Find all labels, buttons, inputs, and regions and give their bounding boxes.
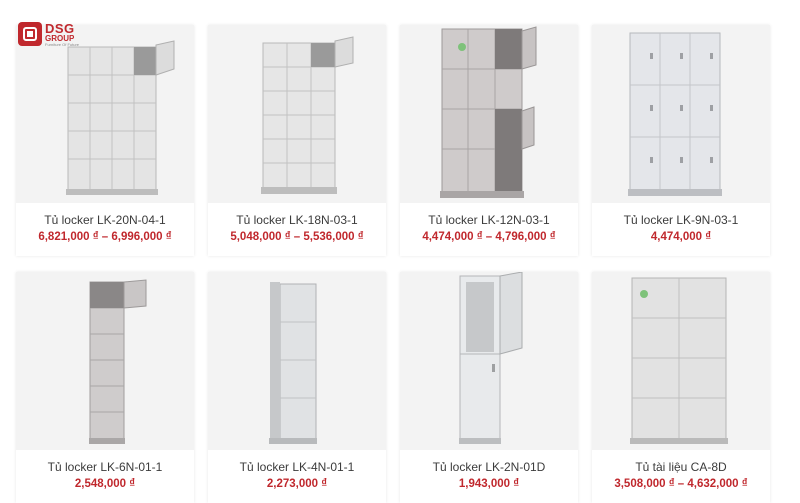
product-card-lk-4n[interactable]: Tủ locker LK-4N-01-1 2,273,000 ₫ [208,272,386,503]
product-price: 4,474,000 ₫ – 4,796,000 ₫ [422,231,556,243]
locker-illustration [89,279,147,444]
product-price: 6,821,000 ₫ – 6,996,000 ₫ [38,231,172,243]
product-name[interactable]: Tủ locker LK-2N-01D [400,460,578,474]
product-card-lk-20n[interactable]: Tủ locker LK-20N-04-1 6,821,000 ₫ – 6,99… [16,25,194,256]
product-image-lk-20n[interactable] [16,25,194,203]
product-image-lk-12n[interactable] [400,25,578,203]
product-card-lk-12n[interactable]: Tủ locker LK-12N-03-1 4,474,000 ₫ – 4,79… [400,25,578,256]
logo-tagline: Furniture Of Future [45,41,80,47]
logo-icon [18,22,42,46]
product-price: 2,548,000 ₫ [74,478,136,490]
locker-illustration [440,26,537,198]
product-card-lk-9n[interactable]: Tủ locker LK-9N-03-1 4,474,000 ₫ [592,25,770,256]
product-card-lk-2n[interactable]: Tủ locker LK-2N-01D 1,943,000 ₫ [400,272,578,503]
product-image-lk-18n[interactable] [208,25,386,203]
brand-logo: DSG GROUP Furniture Of Future [18,20,92,48]
locker-illustration [628,32,722,196]
product-name[interactable]: Tủ locker LK-4N-01-1 [208,460,386,474]
locker-illustration [459,272,523,444]
product-name[interactable]: Tủ locker LK-18N-03-1 [208,213,386,227]
product-price: 4,474,000 ₫ [650,231,712,243]
cabinet-illustration [630,277,728,444]
product-name[interactable]: Tủ locker LK-12N-03-1 [400,213,578,227]
product-name[interactable]: Tủ tài liệu CA-8D [592,460,770,474]
product-price: 5,048,000 ₫ – 5,536,000 ₫ [230,231,364,243]
product-card-ca-8d[interactable]: Tủ tài liệu CA-8D 3,508,000 ₫ – 4,632,00… [592,272,770,503]
locker-illustration [261,36,354,194]
product-price: 3,508,000 ₫ – 4,632,000 ₫ [614,478,748,490]
product-card-lk-6n[interactable]: Tủ locker LK-6N-01-1 2,548,000 ₫ [16,272,194,503]
product-name[interactable]: Tủ locker LK-6N-01-1 [16,460,194,474]
product-image-ca-8d[interactable] [592,272,770,450]
product-image-lk-6n[interactable] [16,272,194,450]
locker-illustration [269,282,317,444]
product-image-lk-9n[interactable] [592,25,770,203]
locker-illustration [66,40,175,195]
product-card-lk-18n[interactable]: Tủ locker LK-18N-03-1 5,048,000 ₫ – 5,53… [208,25,386,256]
product-image-lk-4n[interactable] [208,272,386,450]
product-name[interactable]: Tủ locker LK-9N-03-1 [592,213,770,227]
product-price: 1,943,000 ₫ [458,478,520,490]
product-price: 2,273,000 ₫ [266,478,328,490]
logo-name: DSG [45,20,75,36]
product-name[interactable]: Tủ locker LK-20N-04-1 [16,213,194,227]
product-image-lk-2n[interactable] [400,272,578,450]
